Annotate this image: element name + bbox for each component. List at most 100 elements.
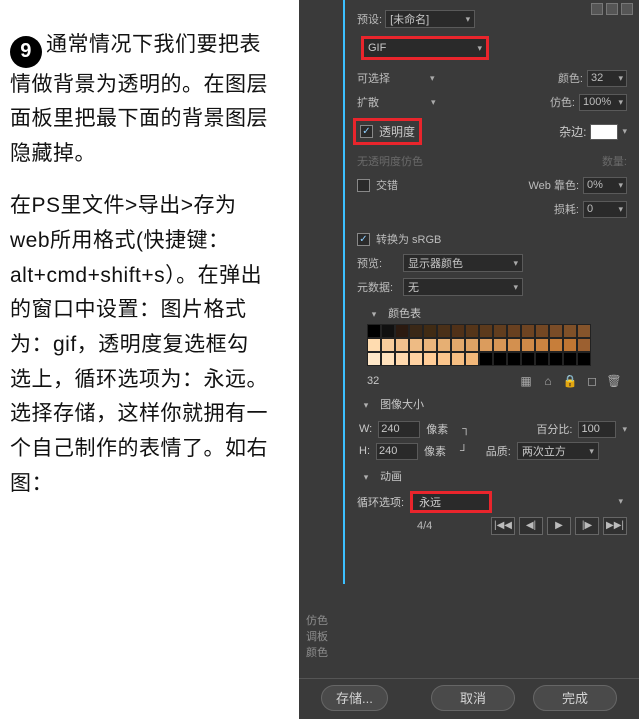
color-label: 颜色: [558, 70, 583, 86]
trash-icon[interactable]: 🗑 [605, 372, 623, 390]
color-swatch[interactable] [395, 338, 409, 352]
last-frame-button[interactable]: ▶▶| [603, 517, 627, 535]
transparency-checkbox[interactable]: ✓ [360, 125, 373, 138]
color-swatch[interactable] [493, 338, 507, 352]
color-swatch[interactable] [451, 324, 465, 338]
side-tabs: 仿色 调板 颜色 [299, 613, 335, 661]
quality-label: 品质: [486, 443, 511, 459]
loop-dropdown[interactable]: 永远 [410, 491, 492, 513]
color-swatch[interactable] [549, 324, 563, 338]
collapse-icon[interactable]: ▾ [359, 471, 373, 485]
color-swatch[interactable] [521, 338, 535, 352]
new-swatch-icon[interactable]: ◻ [583, 372, 601, 390]
tiny-btn[interactable] [606, 3, 618, 15]
color-swatch[interactable] [367, 324, 381, 338]
color-swatch[interactable] [563, 324, 577, 338]
color-swatch[interactable] [381, 338, 395, 352]
done-button[interactable]: 完成 [533, 685, 617, 711]
color-swatch[interactable] [465, 324, 479, 338]
color-swatch[interactable] [507, 352, 521, 366]
color-swatch[interactable] [493, 352, 507, 366]
tiny-btn[interactable] [591, 3, 603, 15]
interlaced-label: 交错 [376, 177, 398, 193]
color-swatch[interactable] [409, 324, 423, 338]
color-swatch[interactable] [437, 324, 451, 338]
instruction-paragraph-2: 在PS里文件>导出>存为web所用格式(快捷键：alt+cmd+shift+s）… [10, 189, 270, 501]
pixel-label-1: 像素 [426, 421, 448, 437]
color-swatch[interactable] [437, 352, 451, 366]
color-swatch[interactable] [381, 324, 395, 338]
color-swatch[interactable] [507, 324, 521, 338]
color-swatch[interactable] [577, 324, 591, 338]
chevron-down-icon: ▾ [618, 496, 623, 507]
color-swatch[interactable] [423, 352, 437, 366]
metadata-label: 元数据: [357, 279, 397, 295]
color-swatch[interactable] [549, 338, 563, 352]
format-dropdown[interactable]: GIF ▾ [361, 36, 489, 60]
convert-srgb-checkbox[interactable]: ✓ [357, 233, 370, 246]
color-swatch[interactable] [549, 352, 563, 366]
colors-input[interactable]: 32▾ [587, 70, 627, 87]
chevron-down-icon: ▾ [466, 14, 471, 25]
interlaced-checkbox[interactable] [357, 179, 370, 192]
color-swatch[interactable] [381, 352, 395, 366]
web-snap-input[interactable]: 0%▾ [583, 177, 627, 194]
color-swatch[interactable] [451, 352, 465, 366]
color-swatch[interactable] [423, 338, 437, 352]
collapse-icon[interactable]: ▾ [359, 398, 373, 412]
color-swatch[interactable] [521, 352, 535, 366]
cancel-button[interactable]: 取消 [431, 685, 515, 711]
play-button[interactable]: ▶ [547, 517, 571, 535]
prev-frame-button[interactable]: ◀| [519, 517, 543, 535]
color-swatch[interactable] [451, 338, 465, 352]
color-swatch[interactable] [479, 324, 493, 338]
color-swatch[interactable] [535, 352, 549, 366]
color-swatch[interactable] [437, 338, 451, 352]
color-swatch[interactable] [577, 338, 591, 352]
matte-label: 杂边: [559, 123, 586, 140]
lossy-input[interactable]: 0▾ [583, 201, 627, 218]
save-button[interactable]: 存储... [321, 685, 388, 711]
color-swatch[interactable] [507, 338, 521, 352]
matte-swatch[interactable] [590, 124, 618, 140]
color-swatch[interactable] [395, 324, 409, 338]
color-table-grid[interactable] [367, 324, 623, 366]
window-controls[interactable] [591, 3, 633, 15]
color-swatch[interactable] [395, 352, 409, 366]
chevron-down-icon: ▾ [477, 43, 482, 54]
color-swatch[interactable] [367, 338, 381, 352]
color-swatch[interactable] [465, 352, 479, 366]
lock2-icon[interactable]: 🔒 [561, 372, 579, 390]
quality-dropdown[interactable]: 两次立方▾ [517, 442, 599, 460]
metadata-dropdown[interactable]: 无▾ [403, 278, 523, 296]
color-swatch[interactable] [521, 324, 535, 338]
color-swatch[interactable] [465, 338, 479, 352]
color-swatch[interactable] [367, 352, 381, 366]
width-input[interactable] [378, 421, 420, 438]
color-swatch[interactable] [563, 338, 577, 352]
color-swatch[interactable] [409, 352, 423, 366]
preview-dropdown[interactable]: 显示器颜色▾ [403, 254, 523, 272]
next-frame-button[interactable]: |▶ [575, 517, 599, 535]
color-swatch[interactable] [535, 338, 549, 352]
tiny-btn[interactable] [621, 3, 633, 15]
color-swatch[interactable] [577, 352, 591, 366]
preset-value: [未命名] [390, 11, 429, 27]
color-swatch[interactable] [563, 352, 577, 366]
preset-dropdown[interactable]: [未命名] ▾ [385, 10, 475, 28]
collapse-icon[interactable]: ▾ [367, 308, 381, 322]
preset-label: 预设: [357, 14, 382, 26]
first-frame-button[interactable]: |◀◀ [491, 517, 515, 535]
color-swatch[interactable] [493, 324, 507, 338]
dither-label: 仿色: [550, 94, 575, 110]
color-swatch[interactable] [479, 352, 493, 366]
lock-icon[interactable]: ⌂ [539, 372, 557, 390]
palette-icon[interactable]: ▦ [517, 372, 535, 390]
color-swatch[interactable] [479, 338, 493, 352]
percent-input[interactable] [578, 421, 616, 438]
height-input[interactable] [376, 443, 418, 460]
color-swatch[interactable] [423, 324, 437, 338]
color-swatch[interactable] [535, 324, 549, 338]
dither-input[interactable]: 100%▾ [579, 94, 627, 111]
color-swatch[interactable] [409, 338, 423, 352]
